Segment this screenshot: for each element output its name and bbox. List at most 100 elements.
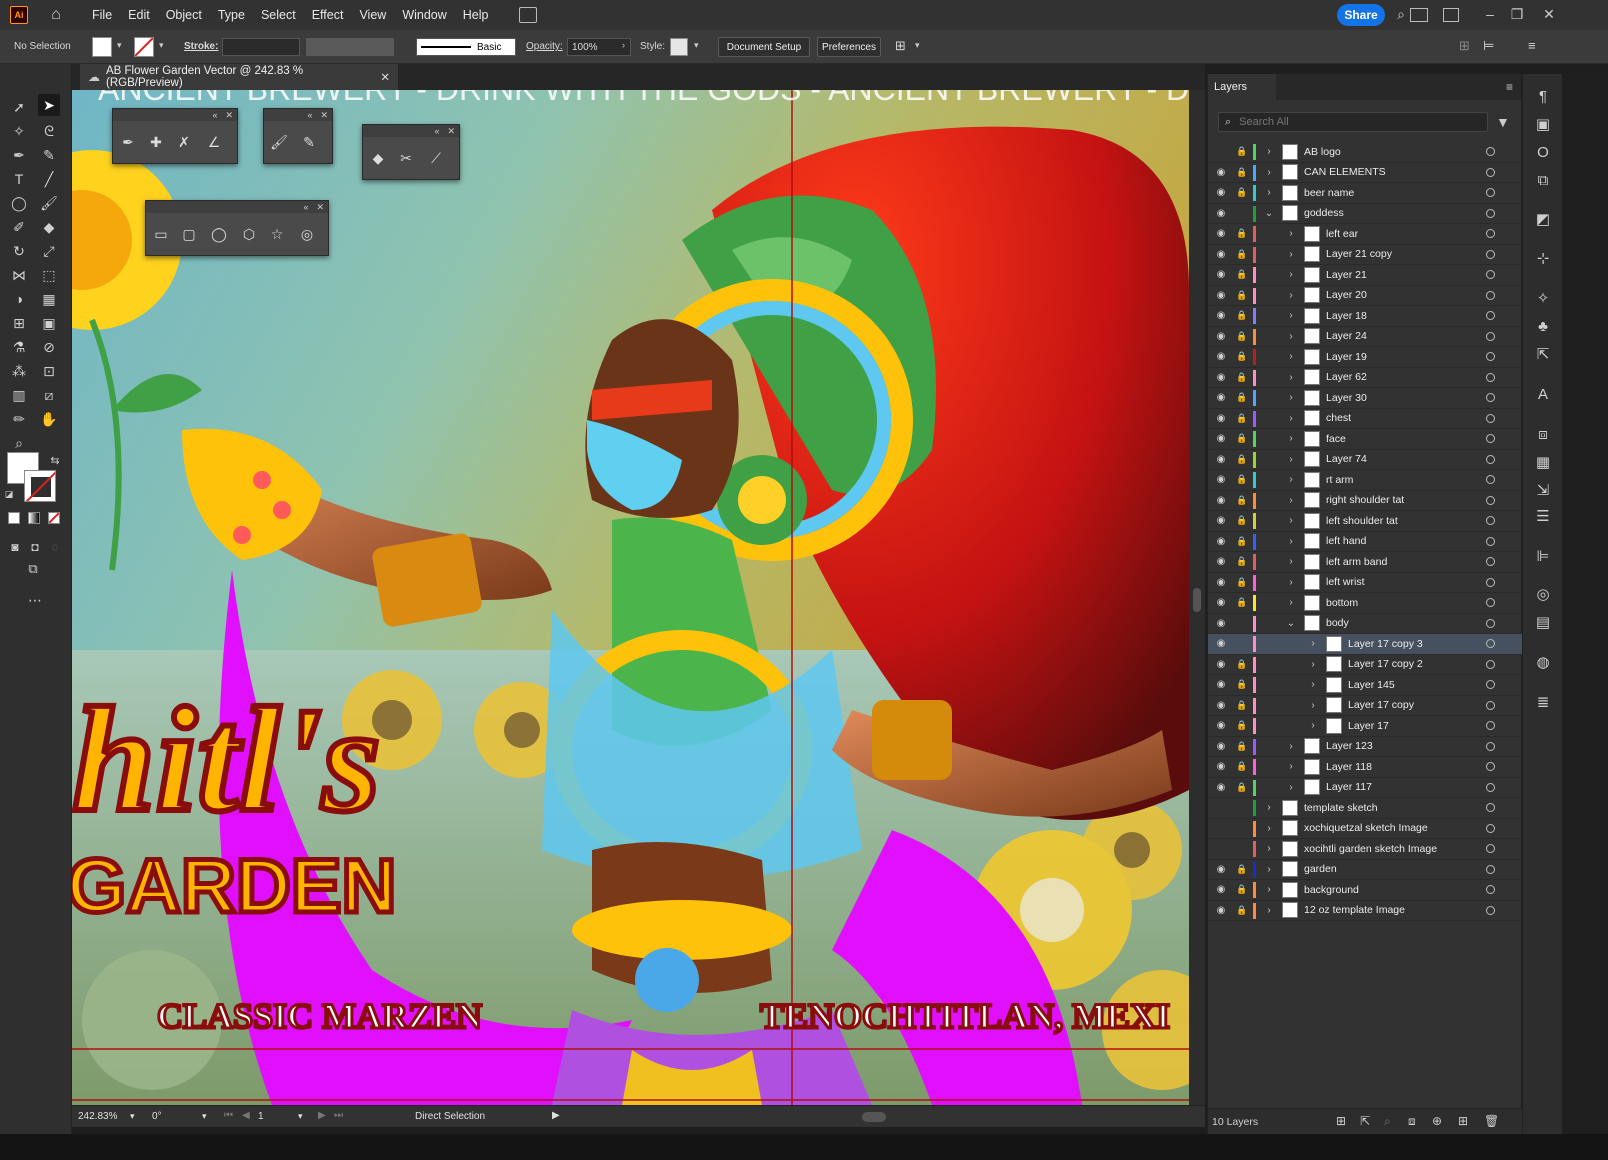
layer-row[interactable]: ◉ 🔒 › CAN ELEMENTS [1208,163,1522,183]
visibility-eye-icon[interactable]: ◉ [1214,761,1228,772]
layer-row[interactable]: ◉ 🔒 › Layer 17 copy [1208,696,1522,716]
screen-mode-icon[interactable]: ⧉ [22,558,44,580]
layer-name[interactable]: left hand [1326,535,1366,547]
layer-row[interactable]: ◉ 🔒 › chest [1208,409,1522,429]
gradient-mode-icon[interactable] [28,512,40,524]
ellipse-tool-icon[interactable]: ◯ [208,223,230,245]
layer-name[interactable]: Layer 145 [1348,679,1395,691]
lasso-tool-icon[interactable]: ᘓ [38,120,60,142]
panel-menu-icon[interactable]: ≡ [1506,80,1513,94]
rotate-tool-icon[interactable]: ↻ [8,240,30,262]
target-circle-icon[interactable] [1486,372,1495,382]
visibility-eye-icon[interactable]: ◉ [1214,413,1228,424]
vertical-scrollbar[interactable] [1189,90,1205,1105]
stroke-dropdown-icon[interactable]: ▾ [159,40,164,51]
chevron-right-icon[interactable]: › [1264,167,1274,178]
status-menu-icon[interactable]: ▶ [552,1110,560,1121]
delete-anchor-tool-icon[interactable]: ✗ [173,131,195,153]
visibility-eye-icon[interactable]: ◉ [1214,290,1228,301]
chevron-right-icon[interactable]: › [1286,310,1296,321]
fill-dropdown-icon[interactable]: ▾ [117,40,122,51]
layer-name[interactable]: xochiquetzal sketch Image [1304,822,1428,834]
chevron-right-icon[interactable]: › [1264,905,1274,916]
paintbrush-tool-icon[interactable]: 🖌 [268,131,290,153]
visibility-eye-icon[interactable]: ◉ [1214,782,1228,793]
visibility-eye-icon[interactable]: ◉ [1214,515,1228,526]
gradient-icon[interactable]: ▤ [1533,612,1553,632]
visibility-eye-icon[interactable]: ◉ [1214,372,1228,383]
target-circle-icon[interactable] [1486,598,1495,608]
character-icon[interactable]: A [1533,384,1553,404]
chevron-right-icon[interactable]: › [1308,720,1318,731]
lock-icon[interactable]: 🔒 [1236,577,1248,588]
target-circle-icon[interactable] [1486,516,1495,526]
chevron-right-icon[interactable]: › [1286,474,1296,485]
lock-icon[interactable]: 🔒 [1236,884,1248,895]
control-menu-icon[interactable]: ≡ [1528,38,1536,53]
visibility-eye-icon[interactable]: ◉ [1214,331,1228,342]
visibility-eye-icon[interactable]: ◉ [1214,905,1228,916]
menu-window[interactable]: Window [394,8,454,22]
artboard-canvas[interactable]: ANCIENT BREWERY - DRINK WITH THE GODS - … [72,90,1189,1105]
close-icon[interactable]: ✕ [1540,6,1558,22]
document-tab[interactable]: ☁ AB Flower Garden Vector @ 242.83 % (RG… [80,64,398,90]
chevron-right-icon[interactable]: › [1286,351,1296,362]
visibility-eye-icon[interactable]: ◉ [1214,720,1228,731]
target-circle-icon[interactable] [1486,434,1495,444]
pencil-tool-icon[interactable]: ✏ [8,408,30,430]
layer-row[interactable]: ◉ 🔒 › Layer 123 [1208,737,1522,757]
visibility-eye-icon[interactable]: ◉ [1214,659,1228,670]
layer-row[interactable]: ◉ 🔒 › Layer 18 [1208,306,1522,327]
transform-icon[interactable]: ⊹ [1533,248,1553,268]
visibility-eye-icon[interactable]: ◉ [1214,433,1228,444]
opacity-label[interactable]: Opacity: [526,41,563,52]
chevron-right-icon[interactable]: › [1264,187,1274,198]
arrange-documents-icon[interactable] [518,7,537,23]
layer-row[interactable]: › xocihtli garden sketch Image [1208,839,1522,860]
layer-name[interactable]: Layer 74 [1326,453,1367,465]
lock-icon[interactable]: 🔒 [1236,720,1248,731]
layer-row[interactable]: ◉ 🔒 › 12 oz template Image [1208,901,1522,921]
lock-icon[interactable]: 🔒 [1236,700,1248,711]
opacity-arrow-icon[interactable]: › [622,40,625,50]
layer-name[interactable]: template sketch [1304,802,1378,814]
lock-icon[interactable]: 🔒 [1236,474,1248,485]
artboard-dropdown-icon[interactable]: ▾ [298,1111,303,1122]
layer-name[interactable]: rt arm [1326,474,1353,486]
layer-name[interactable]: left ear [1326,228,1358,240]
target-circle-icon[interactable] [1486,844,1495,854]
lock-icon[interactable]: 🔒 [1236,741,1248,752]
visibility-eye-icon[interactable]: ◉ [1214,536,1228,547]
layer-name[interactable]: Layer 19 [1326,351,1367,363]
layer-row[interactable]: ◉ 🔒 › bottom [1208,593,1522,614]
chevron-right-icon[interactable]: › [1286,433,1296,444]
layer-row[interactable]: ◉ 🔒 › background [1208,880,1522,901]
visibility-eye-icon[interactable]: ◉ [1214,741,1228,752]
target-circle-icon[interactable] [1486,208,1495,218]
shape-builder-tool-icon[interactable]: ◑ [8,288,30,310]
edit-toolbar-icon[interactable]: ⋯ [24,589,46,611]
layers-icon[interactable]: ≣ [1533,692,1553,712]
delete-layer-icon[interactable]: 🗑 [1484,1114,1499,1128]
close-icon[interactable]: ✕ [316,202,324,213]
first-artboard-icon[interactable]: ⏮ [224,1110,233,1121]
target-circle-icon[interactable] [1486,454,1495,464]
layer-row[interactable]: › xochiquetzal sketch Image [1208,819,1522,839]
layer-row[interactable]: ◉ 🔒 › Layer 118 [1208,757,1522,778]
target-circle-icon[interactable] [1486,618,1495,628]
visibility-eye-icon[interactable]: ◉ [1214,474,1228,485]
swap-fill-stroke-icon[interactable]: ⇆ [44,449,66,471]
distribute-icon[interactable]: ⊨ [1483,38,1494,54]
clipping-mask-icon[interactable]: ⧈ [1408,1114,1416,1129]
visibility-eye-icon[interactable]: ◉ [1214,556,1228,567]
color-guide-icon[interactable]: ◎ [1533,584,1553,604]
layer-name[interactable]: Layer 21 [1326,269,1367,281]
chevron-right-icon[interactable]: › [1286,269,1296,280]
lock-icon[interactable]: 🔒 [1236,413,1248,424]
layer-name[interactable]: xocihtli garden sketch Image [1304,843,1437,855]
layer-name[interactable]: Layer 21 copy [1326,248,1392,260]
layer-name[interactable]: AB logo [1304,146,1341,158]
artboard-number[interactable]: 1 [258,1111,264,1122]
layer-row[interactable]: ◉ 🔒 › beer name [1208,183,1522,204]
workspace-icon[interactable] [1410,8,1428,22]
